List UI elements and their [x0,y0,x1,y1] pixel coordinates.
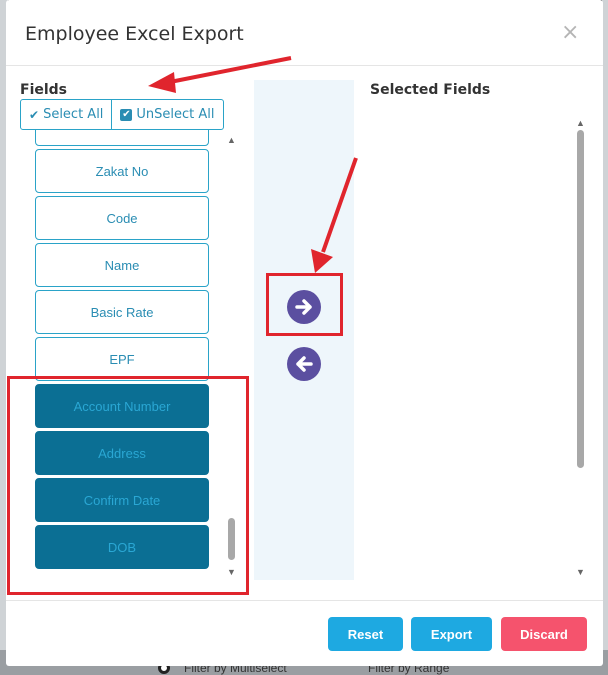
selected-scroll-down-icon[interactable]: ▼ [576,567,585,577]
field-item[interactable]: Code [35,196,209,240]
arrow-left-icon [296,356,313,372]
field-item[interactable]: Name [35,243,209,287]
annotation-box-fields [7,376,249,595]
select-toggle-group: ✔ Select All ✔ UnSelect All [20,99,224,130]
scroll-up-icon[interactable]: ▲ [227,135,236,145]
close-icon[interactable]: × [561,20,579,45]
export-button[interactable]: Export [411,617,492,651]
select-all-label: Select All [43,107,104,122]
selected-scroll-up-icon[interactable]: ▲ [576,118,585,128]
checkbox-icon: ✔ [120,108,133,121]
dialog-title: Employee Excel Export [25,23,244,45]
field-item[interactable]: Zakat No [35,149,209,193]
dialog-footer: Reset Export Discard [6,600,603,666]
check-icon: ✔ [29,107,40,122]
select-all-button[interactable]: ✔ Select All [21,100,111,129]
selected-scrollbar-thumb[interactable] [577,130,584,468]
reset-button[interactable]: Reset [328,617,403,651]
fields-label: Fields [20,82,68,98]
unselect-all-label: UnSelect All [136,107,215,122]
discard-button[interactable]: Discard [501,617,587,651]
selected-fields-list[interactable] [370,112,580,582]
annotation-box-arrow [266,273,343,336]
dialog-header: Employee Excel Export × [6,0,603,66]
selected-fields-label: Selected Fields [370,82,491,98]
field-item[interactable]: Basic Rate [35,290,209,334]
move-left-button[interactable] [287,347,321,381]
field-item[interactable]: EPF [35,337,209,381]
unselect-all-button[interactable]: ✔ UnSelect All [111,100,222,129]
